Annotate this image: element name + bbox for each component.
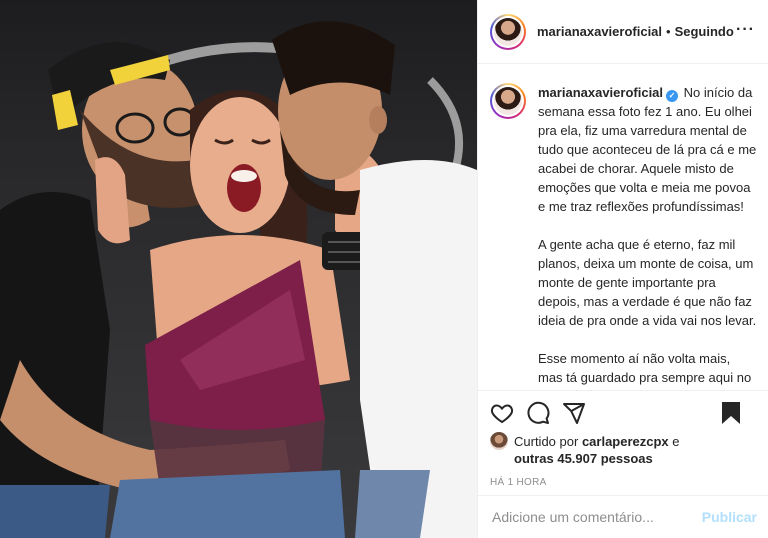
liker-username[interactable]: carlaperezcpx — [582, 434, 669, 449]
caption-username[interactable]: marianaxavieroficial — [538, 85, 663, 100]
caption-avatar[interactable] — [490, 83, 526, 119]
caption-body: No início da semana essa foto fez 1 ano.… — [538, 85, 757, 390]
comment-box: Publicar — [478, 495, 768, 538]
caption-avatar-inner — [492, 85, 524, 117]
likes-others-count[interactable]: outras 45.907 pessoas — [514, 451, 653, 466]
more-options-icon[interactable]: ··· — [736, 22, 755, 38]
action-icons-row — [490, 391, 757, 435]
caption-row: marianaxavieroficial ✓ No início da seman… — [490, 83, 757, 390]
likes-text: Curtido por carlaperezcpx e outras 45.90… — [514, 433, 680, 467]
comment-input[interactable] — [492, 509, 702, 525]
avatar-image — [494, 17, 522, 46]
post-timestamp[interactable]: HÁ 1 HORA — [490, 477, 757, 488]
comment-icon[interactable] — [526, 401, 550, 425]
post-side-panel: marianaxavieroficial • Seguindo ··· mari… — [477, 0, 768, 538]
caption-text: marianaxavieroficial ✓ No início da seman… — [538, 83, 757, 390]
post-photo[interactable] — [0, 0, 477, 538]
likes-summary[interactable]: Curtido por carlaperezcpx e outras 45.90… — [490, 432, 757, 467]
follow-status-button[interactable]: Seguindo — [675, 24, 734, 39]
post-header: marianaxavieroficial • Seguindo ··· — [478, 0, 768, 64]
bookmark-icon[interactable] — [719, 401, 743, 425]
caption-section[interactable]: marianaxavieroficial ✓ No início da seman… — [478, 65, 768, 390]
photo-illustration — [0, 21, 477, 538]
heart-icon[interactable] — [490, 401, 514, 425]
publish-button[interactable]: Publicar — [702, 509, 757, 525]
post-actions: Curtido por carlaperezcpx e outras 45.90… — [478, 390, 768, 488]
author-username[interactable]: marianaxavieroficial — [537, 24, 662, 39]
send-icon[interactable] — [562, 401, 586, 425]
likes-prefix: Curtido por — [514, 434, 579, 449]
follow-separator: • — [666, 24, 671, 39]
verified-badge-icon: ✓ — [666, 90, 679, 102]
caption-avatar-image — [494, 87, 522, 115]
likes-conjunction: e — [672, 434, 680, 449]
avatar-inner — [492, 15, 524, 48]
author-avatar[interactable] — [490, 13, 526, 50]
